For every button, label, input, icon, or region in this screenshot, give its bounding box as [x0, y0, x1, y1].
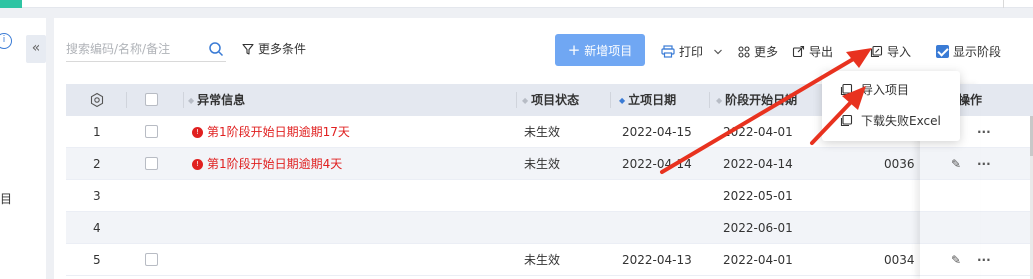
header-divider [126, 92, 127, 108]
top-bar [0, 0, 1033, 8]
show-stage-toggle[interactable]: 显示阶段 [936, 43, 1001, 60]
project-code: 0036 [884, 157, 915, 171]
stage-start-date: 2022-05-01 [723, 189, 793, 203]
new-project-label: 新增项目 [584, 43, 633, 58]
menu-item-label: 导入项目 [861, 82, 910, 97]
edit-icon[interactable]: ✎ [951, 148, 961, 180]
warning-icon: ! [192, 158, 203, 170]
row-checkbox[interactable] [145, 253, 158, 266]
search-box [66, 38, 226, 62]
stage-start-date: 2022-04-01 [723, 125, 793, 139]
column-header-abnormal[interactable]: ◆ 异常信息 [188, 84, 245, 116]
sidebar-item-label[interactable]: 目 [0, 190, 12, 207]
left-sidebar: i « 目 [0, 18, 46, 279]
row-number: 1 [93, 125, 101, 139]
show-stage-label: 显示阶段 [953, 45, 1002, 59]
print-icon [661, 45, 675, 58]
import-project-menu-item[interactable]: 导入项目 [822, 75, 960, 103]
export-icon [792, 45, 805, 58]
more-conditions-label: 更多条件 [258, 42, 307, 56]
export-label: 导出 [809, 45, 834, 59]
import-dropdown-menu: 导入项目 下载失败Excel [822, 71, 960, 141]
row-number: 4 [93, 221, 101, 235]
header-divider [183, 92, 184, 108]
more-icon[interactable]: ··· [977, 116, 991, 148]
table-row[interactable]: 3 2022-05-01 [66, 180, 1033, 212]
warning-icon: ! [192, 126, 203, 138]
download-icon [840, 114, 853, 126]
header-divider [516, 92, 517, 108]
setup-date: 2022-04-13 [622, 253, 692, 267]
header-divider [610, 92, 611, 108]
top-divider [1003, 0, 1004, 8]
row-checkbox[interactable] [145, 157, 158, 170]
collapse-sidebar-button[interactable]: « [26, 35, 46, 63]
setup-date: 2022-04-15 [622, 125, 692, 139]
download-failed-excel-menu-item[interactable]: 下载失败Excel [822, 106, 960, 134]
search-icon[interactable] [208, 41, 224, 57]
table-row[interactable]: 5 未生效 2022-04-13 2022-04-01 0034 ✎ ··· [66, 244, 1033, 276]
row-checkbox[interactable] [145, 125, 158, 138]
stage-start-date: 2022-04-14 [723, 157, 793, 171]
brand-tab[interactable] [0, 0, 22, 8]
grid-icon [738, 45, 750, 58]
project-status: 未生效 [524, 125, 561, 139]
filter-icon [242, 43, 254, 55]
column-header-status[interactable]: ◆ 项目状态 [522, 84, 579, 116]
import-label: 导入 [887, 45, 912, 59]
project-status: 未生效 [524, 157, 561, 171]
table-row[interactable]: 2 ! 第1阶段开始日期逾期4天 未生效 2022-04-14 2022-04-1… [66, 148, 1033, 180]
project-code: 0034 [884, 253, 915, 267]
column-header-actions: 操作 [958, 93, 983, 107]
row-number: 3 [93, 189, 101, 203]
more-icon[interactable]: ··· [977, 148, 991, 180]
abnormal-info: ! 第1阶段开始日期逾期4天 [192, 148, 342, 180]
row-number: 5 [93, 253, 101, 267]
new-project-button[interactable]: + 新增项目 [555, 34, 645, 66]
more-label: 更多 [754, 45, 779, 59]
more-button[interactable]: 更多 [738, 43, 778, 60]
stage-start-date: 2022-04-01 [723, 253, 793, 267]
export-button[interactable]: 导出 [792, 43, 833, 60]
settings-icon[interactable] [89, 92, 105, 108]
import-button[interactable]: 导入 [870, 43, 911, 60]
sort-icon[interactable]: ◆ [619, 85, 625, 117]
abnormal-info: ! 第1阶段开始日期逾期17天 [192, 116, 350, 148]
column-header-stage-start[interactable]: ◆ 阶段开始日期 [716, 84, 797, 116]
menu-circle-icon[interactable]: i [0, 33, 12, 49]
project-status: 未生效 [524, 253, 561, 267]
stage-start-date: 2022-06-01 [723, 221, 793, 235]
setup-date: 2022-04-14 [622, 157, 692, 171]
more-icon[interactable]: ··· [977, 244, 991, 276]
table-row[interactable]: 4 2022-06-01 [66, 212, 1033, 244]
print-button[interactable]: 打印 [661, 43, 723, 60]
import-icon [870, 45, 883, 58]
plus-icon: + [567, 41, 581, 59]
print-label: 打印 [679, 45, 704, 59]
select-all-checkbox[interactable] [145, 93, 158, 106]
sort-icon[interactable]: ◆ [716, 85, 722, 117]
menu-item-label: 下载失败Excel [861, 113, 941, 128]
sort-icon[interactable]: ◆ [522, 85, 528, 117]
edit-icon[interactable]: ✎ [951, 244, 961, 276]
sort-icon[interactable]: ◆ [188, 85, 194, 117]
main-panel: 更多条件 + 新增项目 打印 更多 导出 [54, 18, 1033, 279]
search-input[interactable] [66, 38, 201, 60]
more-conditions-button[interactable]: 更多条件 [242, 40, 306, 57]
row-number: 2 [93, 157, 101, 171]
import-icon [840, 83, 853, 95]
show-stage-checkbox[interactable] [936, 45, 949, 58]
chevron-down-icon [714, 49, 722, 54]
header-divider [709, 92, 710, 108]
column-header-setup-date[interactable]: ◆ 立项日期 [619, 84, 676, 116]
